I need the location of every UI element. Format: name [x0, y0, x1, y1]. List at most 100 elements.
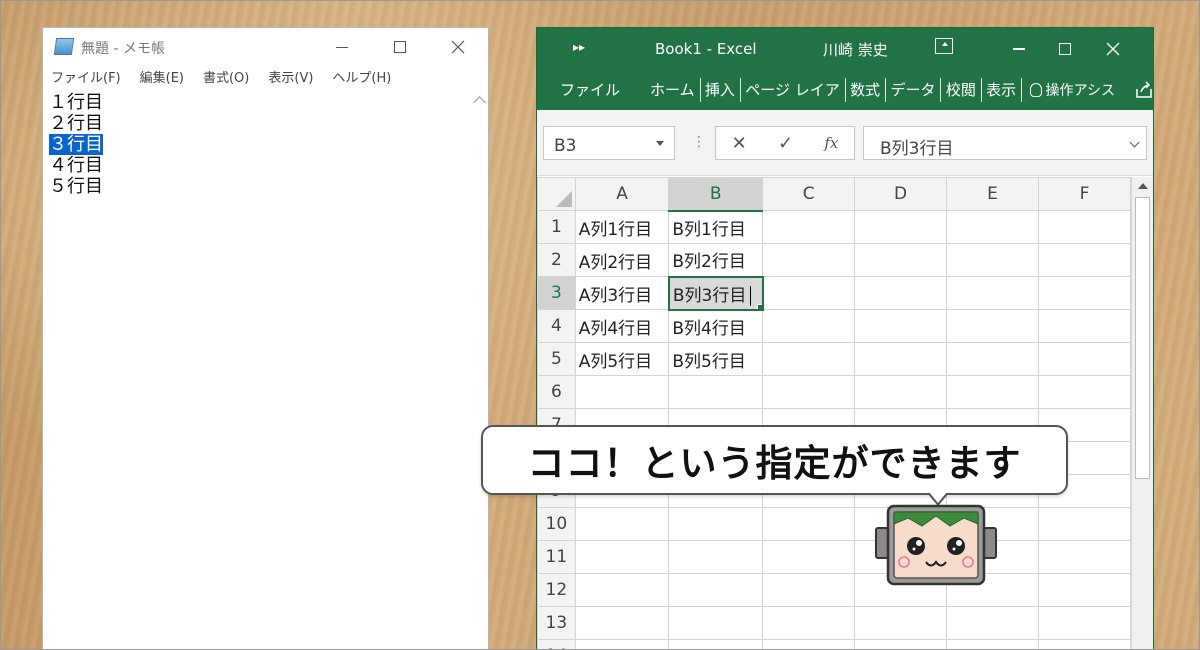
cell[interactable] [854, 639, 948, 650]
name-box[interactable]: B3 [543, 126, 675, 160]
formula-bar-grip-icon[interactable]: ⋮ [692, 134, 706, 150]
cell[interactable] [668, 507, 764, 541]
cell[interactable] [574, 606, 670, 640]
row-header[interactable]: 14 [537, 639, 576, 650]
row-header[interactable]: 1 [537, 210, 576, 244]
menu-format[interactable]: 書式(O) [203, 68, 259, 90]
cell[interactable] [1038, 606, 1131, 640]
cell[interactable] [1038, 639, 1131, 650]
column-header-b[interactable]: B [668, 177, 764, 212]
cell[interactable] [762, 276, 856, 310]
active-cell-b3[interactable]: B列3行目 [667, 275, 764, 311]
cell[interactable] [946, 639, 1040, 650]
enter-check-icon[interactable]: ✓ [778, 133, 793, 154]
row-header[interactable]: 10 [537, 507, 576, 541]
tab-view[interactable]: 表示 [981, 79, 1021, 101]
cell[interactable] [854, 342, 948, 376]
user-name[interactable]: 川崎 崇史 [823, 39, 888, 60]
cell[interactable] [854, 243, 948, 277]
column-header-e[interactable]: E [946, 177, 1040, 211]
menu-file[interactable]: ファイル(F) [51, 68, 131, 90]
cell[interactable] [854, 606, 948, 640]
menu-help[interactable]: ヘルプ(H) [332, 68, 401, 90]
chevron-down-icon[interactable] [656, 141, 664, 146]
cell[interactable] [762, 606, 856, 640]
cell[interactable] [762, 375, 856, 409]
cell-b2[interactable]: B列2行目 [668, 243, 764, 277]
tab-file[interactable]: ファイル [555, 79, 625, 101]
notepad-text-area[interactable]: １行目 ２行目 ３行目 ４行目 ５行目 [49, 92, 103, 197]
cancel-icon[interactable]: ✕ [732, 133, 747, 154]
cell[interactable] [762, 309, 856, 343]
cell[interactable] [574, 540, 670, 574]
cell-a2[interactable]: A列2行目 [574, 243, 670, 277]
vertical-scrollbar[interactable] [1131, 177, 1153, 650]
cell-a1[interactable]: A列1行目 [574, 210, 670, 244]
row-header[interactable]: 12 [537, 573, 576, 607]
cell-b5[interactable]: B列5行目 [668, 342, 764, 376]
column-header-f[interactable]: F [1038, 177, 1131, 211]
cell[interactable] [1038, 210, 1131, 244]
cell[interactable] [762, 507, 856, 541]
column-header-a[interactable]: A [574, 177, 670, 211]
excel-minimize-button[interactable] [999, 34, 1039, 64]
row-header[interactable]: 11 [537, 540, 576, 574]
tab-page-layout[interactable]: ページ レイア [740, 79, 844, 101]
share-icon[interactable] [1135, 81, 1153, 99]
tab-insert[interactable]: 挿入 [700, 79, 740, 101]
cell[interactable] [1038, 276, 1131, 310]
cell[interactable] [574, 375, 670, 409]
notepad-scrollbar[interactable] [471, 92, 488, 650]
menu-edit[interactable]: 編集(E) [140, 68, 194, 90]
row-header[interactable]: 2 [537, 243, 576, 277]
scroll-up-icon[interactable] [1138, 183, 1148, 189]
cell[interactable] [1038, 309, 1131, 343]
select-all-button[interactable] [537, 177, 576, 211]
notepad-maximize-button[interactable] [377, 32, 423, 62]
cell[interactable] [762, 243, 856, 277]
cell[interactable] [854, 375, 948, 409]
formula-input[interactable]: B列3行目 [863, 126, 1147, 160]
insert-function-icon[interactable]: fx [824, 134, 838, 152]
tab-formulas[interactable]: 数式 [845, 79, 885, 101]
cell[interactable] [574, 573, 670, 607]
cell[interactable] [668, 540, 764, 574]
expand-formula-icon[interactable] [1129, 137, 1140, 148]
notepad-minimize-button[interactable] [319, 32, 365, 62]
row-header[interactable]: 3 [537, 276, 576, 310]
cell[interactable] [1038, 573, 1131, 607]
excel-maximize-button[interactable] [1045, 34, 1085, 64]
cell[interactable] [762, 540, 856, 574]
row-header[interactable]: 5 [537, 342, 576, 376]
cell[interactable] [574, 639, 670, 650]
cell[interactable] [1038, 342, 1131, 376]
tab-data[interactable]: データ [885, 79, 940, 101]
column-header-c[interactable]: C [762, 177, 856, 211]
tell-me-box[interactable]: 操作アシス [1022, 80, 1115, 100]
cell[interactable] [668, 375, 764, 409]
row-header[interactable]: 13 [537, 606, 576, 640]
cell[interactable] [946, 309, 1040, 343]
excel-titlebar[interactable]: ▸▸ Book1 - Excel 川崎 崇史 [537, 28, 1153, 70]
ribbon-display-options-icon[interactable] [935, 38, 953, 54]
cell[interactable] [946, 606, 1040, 640]
cell[interactable] [946, 342, 1040, 376]
cell[interactable] [1038, 375, 1131, 409]
cell[interactable] [946, 243, 1040, 277]
cell-a4[interactable]: A列4行目 [574, 309, 670, 343]
cell[interactable] [762, 342, 856, 376]
cell[interactable] [668, 639, 764, 650]
cell-a5[interactable]: A列5行目 [574, 342, 670, 376]
cell[interactable] [946, 375, 1040, 409]
cell[interactable] [668, 573, 764, 607]
cell[interactable] [762, 639, 856, 650]
excel-close-button[interactable] [1093, 34, 1133, 64]
menu-view[interactable]: 表示(V) [268, 68, 323, 90]
cell[interactable] [668, 606, 764, 640]
cell[interactable] [854, 276, 948, 310]
quick-access-more-icon[interactable]: ▸▸ [573, 40, 585, 54]
cell[interactable] [854, 309, 948, 343]
row-header[interactable]: 4 [537, 309, 576, 343]
scroll-up-icon[interactable] [473, 96, 486, 109]
cell[interactable] [1038, 540, 1131, 574]
